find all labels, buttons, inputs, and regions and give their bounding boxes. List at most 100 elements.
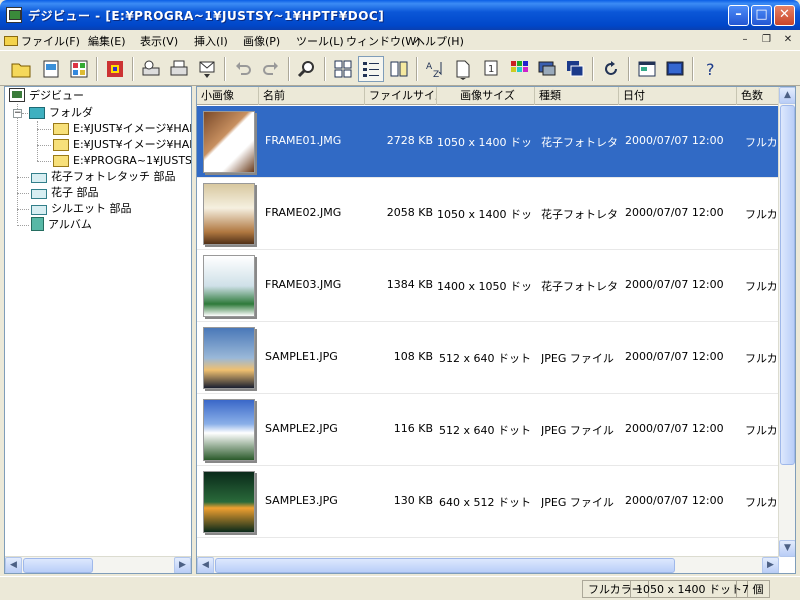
maximize-button[interactable]: □ (751, 5, 772, 26)
tree-folder-item[interactable]: E:¥JUST¥イメージ¥HAN (53, 137, 192, 153)
open-folder-button[interactable] (8, 56, 34, 82)
tree-folder-item[interactable]: E:¥PROGRA~1¥JUSTS (53, 153, 191, 169)
menu-view[interactable]: 表示(V) (140, 33, 178, 49)
view-list-button[interactable] (386, 56, 412, 82)
color-grid-button[interactable] (506, 56, 532, 82)
column-file-size[interactable]: ファイルサイズ (365, 87, 437, 105)
image-grid-icon (70, 60, 88, 78)
thumbnail-image (203, 255, 255, 317)
album-button[interactable] (562, 56, 588, 82)
search-icon (297, 61, 314, 78)
menu-bar: ファイル(F) 編集(E) 表示(V) 挿入(I) 画像(P) ツール(L) ウ… (0, 30, 800, 50)
view-large-icons-button[interactable] (330, 56, 356, 82)
table-row[interactable]: FRAME01.JMG 2728 KB 1050 x 1400 ドット花子フォトレタ… (197, 106, 779, 178)
menu-tools[interactable]: ツール(L) (296, 33, 344, 49)
table-row[interactable]: FRAME03.JMG 1384 KB 1400 x 1050 ドット花子フォトレタ… (197, 250, 779, 322)
color-palette-button[interactable] (102, 56, 128, 82)
tree-folder-label: E:¥JUST¥イメージ¥HAN (73, 138, 192, 151)
table-row[interactable]: FRAME02.JMG 2058 KB 1050 x 1400 ドット花子フォトレタ… (197, 178, 779, 250)
tree-folders[interactable]: フォルダ (29, 105, 93, 121)
window-layout-icon (638, 61, 656, 77)
undo-button[interactable] (230, 56, 256, 82)
view-details-button[interactable] (358, 56, 384, 82)
mdi-minimize-button[interactable]: – (737, 33, 753, 47)
search-button[interactable] (294, 56, 320, 82)
column-name[interactable]: 名前 (259, 87, 365, 105)
tree-root[interactable]: デジビュー (9, 88, 84, 104)
column-thumbnail[interactable]: 小画像 (197, 87, 259, 105)
column-image-size[interactable]: 画像サイズ (437, 87, 535, 105)
close-button[interactable]: ✕ (774, 5, 795, 26)
folder-tree-pane[interactable]: デジビュー − フォルダ E:¥JUST¥イメージ¥HAN E:¥JUST¥イメ… (4, 86, 192, 574)
scroll-right-arrow[interactable]: ▶ (762, 557, 779, 573)
menu-help[interactable]: ヘルプ(H) (414, 33, 464, 49)
scan-button[interactable] (138, 56, 164, 82)
file-list-pane[interactable]: 小画像 名前 ファイルサイズ 画像サイズ 種類 日付 色数 FRAME01.JM… (196, 86, 796, 574)
mdi-restore-button[interactable]: ❐ (759, 33, 775, 47)
menu-file[interactable]: ファイル(F) (4, 33, 80, 49)
column-colors[interactable]: 色数 (737, 87, 779, 105)
mail-button[interactable] (194, 56, 220, 82)
help-button[interactable]: ? (698, 56, 724, 82)
file-size: 108 KB (393, 350, 433, 363)
mdi-close-button[interactable]: ✕ (780, 33, 796, 47)
menu-insert[interactable]: 挿入(I) (194, 33, 228, 49)
fullscreen-button[interactable] (662, 56, 688, 82)
list-vertical-scrollbar[interactable]: ▲ ▼ (778, 87, 795, 557)
list-horizontal-scrollbar[interactable]: ◀ ▶ (197, 556, 779, 573)
scroll-right-arrow[interactable]: ▶ (174, 557, 191, 573)
table-row[interactable]: SAMPLE1.JPG 108 KB 512 x 640 ドット JPEG ファイル 2… (197, 322, 779, 394)
file-name: FRAME01.JMG (265, 134, 342, 147)
menu-edit[interactable]: 編集(E) (88, 33, 126, 49)
tree-hanako-parts[interactable]: 花子 部品 (31, 185, 99, 201)
tree-horizontal-scrollbar[interactable]: ◀ ▶ (5, 556, 191, 573)
thumbnail-image (203, 399, 255, 461)
scroll-left-arrow[interactable]: ◀ (197, 557, 214, 573)
app-icon[interactable] (6, 7, 22, 23)
file-name: SAMPLE1.JPG (265, 350, 338, 363)
page-one-button[interactable]: 1 (478, 56, 504, 82)
folder-icon (4, 36, 18, 46)
minimize-button[interactable]: – (728, 5, 749, 26)
file-colors: フルカラー (745, 208, 779, 221)
file-name: FRAME03.JMG (265, 278, 342, 291)
redo-button[interactable] (258, 56, 284, 82)
tree-album[interactable]: アルバム (31, 217, 92, 233)
column-date[interactable]: 日付 (619, 87, 737, 105)
print-preview-button[interactable] (38, 56, 64, 82)
scroll-thumb[interactable] (780, 105, 795, 465)
table-row[interactable]: SAMPLE3.JPG 130 KB 640 x 512 ドット JPEG ファイル 2… (197, 466, 779, 538)
tree-photo-retouch-parts[interactable]: 花子フォトレタッチ 部品 (31, 169, 176, 185)
scroll-thumb[interactable] (23, 558, 93, 573)
table-row[interactable]: SAMPLE2.JPG 116 KB 512 x 640 ドット JPEG ファイル 2… (197, 394, 779, 466)
scroll-up-arrow[interactable]: ▲ (779, 87, 795, 104)
image-list-button[interactable] (66, 56, 92, 82)
file-size: 2728 KB (386, 134, 433, 147)
fullscreen-icon (666, 61, 684, 76)
svg-text:A: A (426, 62, 433, 72)
scroll-down-arrow[interactable]: ▼ (779, 540, 795, 557)
svg-text:1: 1 (488, 64, 494, 75)
menu-window[interactable]: ウィンドウ(W) (346, 33, 420, 49)
scroll-left-arrow[interactable]: ◀ (5, 557, 22, 573)
help-icon: ? (706, 60, 715, 79)
refresh-button[interactable] (598, 56, 624, 82)
print-button[interactable] (166, 56, 192, 82)
new-document-button[interactable] (450, 56, 476, 82)
album-icon (31, 217, 44, 231)
slideshow-button[interactable] (534, 56, 560, 82)
folder-open-icon (29, 107, 45, 119)
scroll-thumb[interactable] (215, 558, 675, 573)
status-count: 7 個 (736, 580, 770, 598)
refresh-icon (605, 61, 617, 75)
window-layout-button[interactable] (634, 56, 660, 82)
folder-open-icon (11, 63, 31, 78)
image-size: 640 x 512 ドット (439, 496, 531, 509)
svg-text:Z: Z (433, 70, 439, 80)
document-icon (43, 60, 59, 78)
menu-image[interactable]: 画像(P) (243, 33, 280, 49)
column-type[interactable]: 種類 (535, 87, 619, 105)
tree-folder-item[interactable]: E:¥JUST¥イメージ¥HAN (53, 121, 191, 137)
tree-silhouette-parts[interactable]: シルエット 部品 (31, 201, 132, 217)
sort-button[interactable]: AZ (422, 56, 448, 82)
